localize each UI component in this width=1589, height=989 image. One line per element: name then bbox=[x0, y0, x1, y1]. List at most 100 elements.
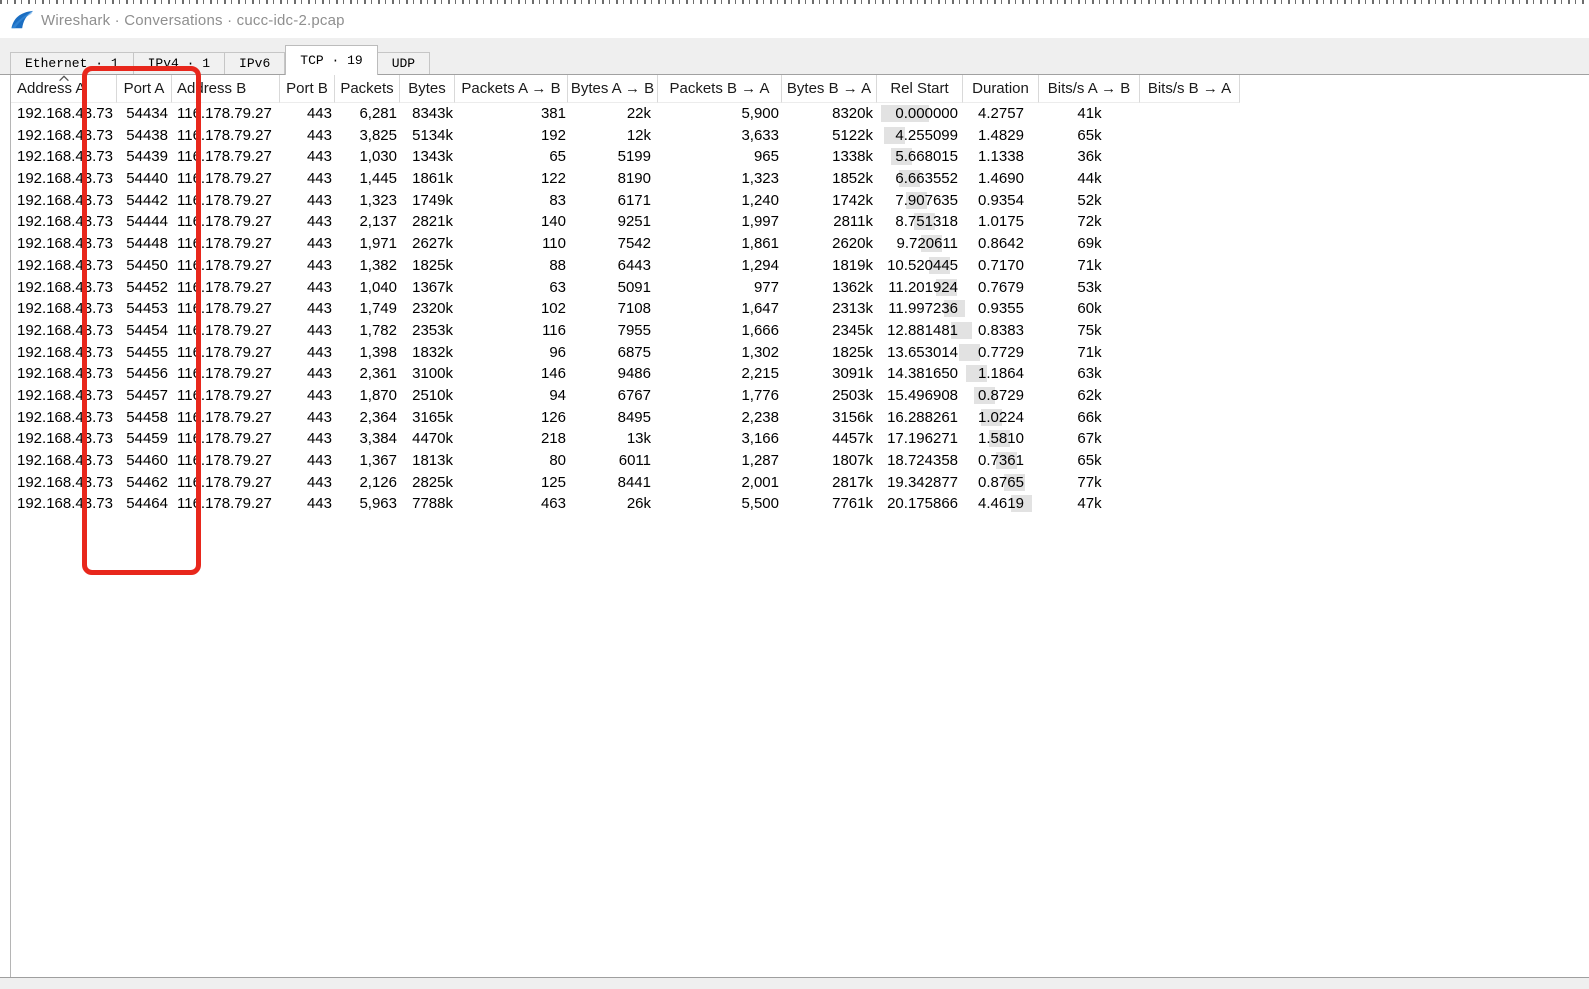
table-row[interactable]: 192.168.43.7354434116.178.79.274436,2818… bbox=[11, 103, 1589, 125]
column-header-packets-ab[interactable]: Packets A → B bbox=[455, 75, 568, 103]
cell-duration: 4.4619 bbox=[963, 493, 1039, 515]
table-row[interactable]: 192.168.43.7354457116.178.79.274431,8702… bbox=[11, 385, 1589, 407]
column-header-packets[interactable]: Packets bbox=[335, 75, 400, 103]
cell-port-b: 443 bbox=[280, 146, 335, 168]
cell-packets-ba: 5,900 bbox=[658, 103, 782, 125]
cell-address-a: 192.168.43.73 bbox=[11, 103, 117, 125]
column-header-bytes[interactable]: Bytes bbox=[400, 75, 455, 103]
cell-address-b: 116.178.79.27 bbox=[172, 190, 280, 212]
cell-port-a: 54440 bbox=[117, 168, 172, 190]
tab-ipv6[interactable]: IPv6 bbox=[225, 52, 285, 74]
table-row[interactable]: 192.168.43.7354454116.178.79.274431,7822… bbox=[11, 320, 1589, 342]
cell-bytes: 1861k bbox=[400, 168, 455, 190]
column-header-bits-ba[interactable]: Bits/s B → A bbox=[1140, 75, 1240, 103]
table-row[interactable]: 192.168.43.7354440116.178.79.274431,4451… bbox=[11, 168, 1589, 190]
column-header-rel-start[interactable]: Rel Start bbox=[877, 75, 963, 103]
cell-duration: 4.2757 bbox=[963, 103, 1039, 125]
tab-udp[interactable]: UDP bbox=[378, 52, 430, 74]
tab-ethernet[interactable]: Ethernet · 1 bbox=[10, 52, 134, 74]
cell-bytes-ab: 26k bbox=[568, 493, 658, 515]
tab-bar: Ethernet · 1 IPv4 · 1 IPv6 TCP · 19 UDP bbox=[0, 38, 1589, 75]
column-header-label: Packets bbox=[340, 80, 393, 97]
cell-bits-ab: 65k bbox=[1039, 125, 1140, 147]
cell-packets-ba: 1,666 bbox=[658, 320, 782, 342]
column-header-bytes-ba[interactable]: Bytes B → A bbox=[782, 75, 877, 103]
column-header-address-a[interactable]: Address A bbox=[11, 75, 117, 103]
cell-rel-start: 7.907635 bbox=[877, 190, 963, 212]
cell-packets: 1,398 bbox=[335, 342, 400, 364]
column-header-bits-ab[interactable]: Bits/s A → B bbox=[1039, 75, 1140, 103]
cell-bits-ba bbox=[1140, 320, 1240, 342]
column-header-packets-ba[interactable]: Packets B → A bbox=[658, 75, 782, 103]
cell-bytes: 2821k bbox=[400, 211, 455, 233]
cell-port-a: 54438 bbox=[117, 125, 172, 147]
cell-packets-ab: 63 bbox=[455, 277, 568, 299]
cell-packets-ab: 88 bbox=[455, 255, 568, 277]
column-header-address-b[interactable]: Address B bbox=[172, 75, 280, 103]
cell-bits-ab: 71k bbox=[1039, 342, 1140, 364]
cell-bits-ba bbox=[1140, 168, 1240, 190]
cell-packets-ab: 94 bbox=[455, 385, 568, 407]
cell-bytes-ab: 12k bbox=[568, 125, 658, 147]
cell-packets-ba: 1,294 bbox=[658, 255, 782, 277]
cell-duration: 0.9355 bbox=[963, 298, 1039, 320]
cell-bits-ba bbox=[1140, 125, 1240, 147]
cell-rel-start: 18.724358 bbox=[877, 450, 963, 472]
cell-bytes-ab: 6171 bbox=[568, 190, 658, 212]
column-header-bytes-ab[interactable]: Bytes A → B bbox=[568, 75, 658, 103]
cell-bytes: 7788k bbox=[400, 493, 455, 515]
table-row[interactable]: 192.168.43.7354459116.178.79.274433,3844… bbox=[11, 428, 1589, 450]
table-row[interactable]: 192.168.43.7354460116.178.79.274431,3671… bbox=[11, 450, 1589, 472]
table-row[interactable]: 192.168.43.7354444116.178.79.274432,1372… bbox=[11, 211, 1589, 233]
table-row[interactable]: 192.168.43.7354448116.178.79.274431,9712… bbox=[11, 233, 1589, 255]
cell-port-a: 54456 bbox=[117, 363, 172, 385]
cell-bits-ab: 66k bbox=[1039, 407, 1140, 429]
cell-address-a: 192.168.43.73 bbox=[11, 342, 117, 364]
cell-address-a: 192.168.43.73 bbox=[11, 407, 117, 429]
table-row[interactable]: 192.168.43.7354442116.178.79.274431,3231… bbox=[11, 190, 1589, 212]
cell-rel-start: 12.881481 bbox=[877, 320, 963, 342]
column-header-duration[interactable]: Duration bbox=[963, 75, 1039, 103]
cell-bits-ba bbox=[1140, 385, 1240, 407]
tab-ipv4[interactable]: IPv4 · 1 bbox=[134, 52, 225, 74]
cell-address-a: 192.168.43.73 bbox=[11, 320, 117, 342]
cell-bytes-ba: 7761k bbox=[782, 493, 877, 515]
cell-bytes-ba: 2313k bbox=[782, 298, 877, 320]
cell-bytes-ba: 5122k bbox=[782, 125, 877, 147]
table-row[interactable]: 192.168.43.7354462116.178.79.274432,1262… bbox=[11, 472, 1589, 494]
cell-rel-start: 0.000000 bbox=[877, 103, 963, 125]
table-row[interactable]: 192.168.43.7354458116.178.79.274432,3643… bbox=[11, 407, 1589, 429]
table-row[interactable]: 192.168.43.7354452116.178.79.274431,0401… bbox=[11, 277, 1589, 299]
table-row[interactable]: 192.168.43.7354464116.178.79.274435,9637… bbox=[11, 493, 1589, 515]
table-row[interactable]: 192.168.43.7354450116.178.79.274431,3821… bbox=[11, 255, 1589, 277]
cell-packets: 2,126 bbox=[335, 472, 400, 494]
table-row[interactable]: 192.168.43.7354456116.178.79.274432,3613… bbox=[11, 363, 1589, 385]
table-row[interactable]: 192.168.43.7354453116.178.79.274431,7492… bbox=[11, 298, 1589, 320]
table-row[interactable]: 192.168.43.7354455116.178.79.274431,3981… bbox=[11, 342, 1589, 364]
cell-address-b: 116.178.79.27 bbox=[172, 320, 280, 342]
cell-packets: 6,281 bbox=[335, 103, 400, 125]
cell-port-a: 54460 bbox=[117, 450, 172, 472]
cell-port-a: 54453 bbox=[117, 298, 172, 320]
cell-packets-ba: 3,166 bbox=[658, 428, 782, 450]
cell-packets-ba: 2,238 bbox=[658, 407, 782, 429]
cell-packets-ba: 1,861 bbox=[658, 233, 782, 255]
cell-packets-ba: 1,997 bbox=[658, 211, 782, 233]
column-header-port-a[interactable]: Port A bbox=[117, 75, 172, 103]
cell-bits-ba bbox=[1140, 428, 1240, 450]
cell-port-a: 54459 bbox=[117, 428, 172, 450]
cell-address-b: 116.178.79.27 bbox=[172, 428, 280, 450]
cell-bytes-ba: 1852k bbox=[782, 168, 877, 190]
cell-address-b: 116.178.79.27 bbox=[172, 472, 280, 494]
cell-packets-ba: 965 bbox=[658, 146, 782, 168]
cell-port-a: 54458 bbox=[117, 407, 172, 429]
cell-address-b: 116.178.79.27 bbox=[172, 363, 280, 385]
column-header-port-b[interactable]: Port B bbox=[280, 75, 335, 103]
window-title-bar: Wireshark · Conversations · cucc-idc-2.p… bbox=[10, 7, 345, 33]
cell-bytes-ba: 2503k bbox=[782, 385, 877, 407]
table-row[interactable]: 192.168.43.7354439116.178.79.274431,0301… bbox=[11, 146, 1589, 168]
tab-tcp[interactable]: TCP · 19 bbox=[285, 45, 377, 75]
cell-bits-ba bbox=[1140, 277, 1240, 299]
column-header-label: Bytes A → B bbox=[571, 80, 654, 97]
table-row[interactable]: 192.168.43.7354438116.178.79.274433,8255… bbox=[11, 125, 1589, 147]
